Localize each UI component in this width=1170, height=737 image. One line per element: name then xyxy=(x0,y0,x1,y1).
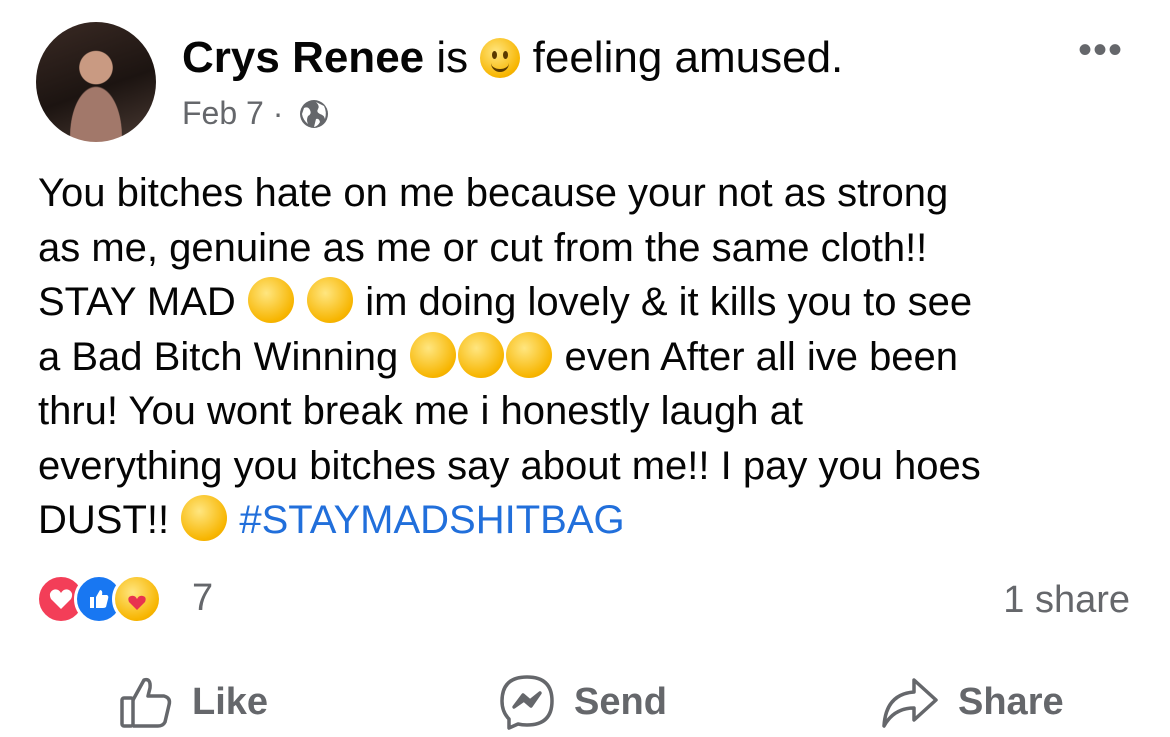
share-button[interactable]: Share xyxy=(880,668,1064,736)
share-label: Share xyxy=(958,680,1064,723)
hashtag-link[interactable]: #STAYMADSHITBAG xyxy=(239,498,624,542)
slightly-smiling-face-icon xyxy=(480,38,521,78)
reaction-count: 7 xyxy=(192,577,214,619)
heart-eyes-icon xyxy=(307,277,354,323)
post-line: STAY MAD xyxy=(38,280,236,324)
post-line: even After all ive been xyxy=(564,334,959,379)
post-line: DUST!! xyxy=(38,498,170,542)
author-avatar[interactable] xyxy=(36,22,156,142)
action-bar: Like Send Share xyxy=(0,668,1170,736)
post-line: as me, genuine as me or cut from the sam… xyxy=(38,225,928,270)
post-line: everything you bitches say about me!! I … xyxy=(38,443,981,488)
share-count[interactable]: 1 share xyxy=(1003,576,1130,624)
send-button[interactable]: Send xyxy=(498,668,667,736)
like-label: Like xyxy=(192,680,269,723)
globe-icon xyxy=(300,100,329,128)
zany-face-icon xyxy=(247,277,294,323)
tears-of-joy-icon xyxy=(410,331,457,378)
meta-separator: · xyxy=(272,95,284,131)
post-line: a Bad Bitch Winning xyxy=(38,334,399,379)
post-line: im doing lovely & it kills you to see xyxy=(365,280,973,324)
is-text: is xyxy=(436,33,469,82)
post-line: thru! You wont break me i honestly laugh… xyxy=(38,389,803,433)
feeling-text[interactable]: feeling amused. xyxy=(533,33,844,82)
send-label: Send xyxy=(574,680,667,723)
share-arrow-icon xyxy=(882,678,938,728)
care-reaction-icon xyxy=(112,574,162,624)
like-button[interactable]: Like xyxy=(118,668,268,736)
post-body: You bitches hate on me because your not … xyxy=(38,166,1148,548)
tears-of-joy-icon xyxy=(506,331,553,378)
post-header: Crys Renee is feeling amused. xyxy=(182,30,843,86)
post-meta: Feb 7 · xyxy=(182,92,330,134)
author-name[interactable]: Crys Renee xyxy=(182,33,424,82)
post-line: You bitches hate on me because your not … xyxy=(38,171,949,215)
more-options-icon[interactable]: ••• xyxy=(1078,30,1123,70)
messenger-icon xyxy=(500,675,554,730)
tears-of-joy-icon xyxy=(458,331,505,378)
post-date[interactable]: Feb 7 xyxy=(182,95,264,131)
thumbs-up-icon xyxy=(120,677,172,728)
face-exhaling-icon xyxy=(181,495,228,541)
